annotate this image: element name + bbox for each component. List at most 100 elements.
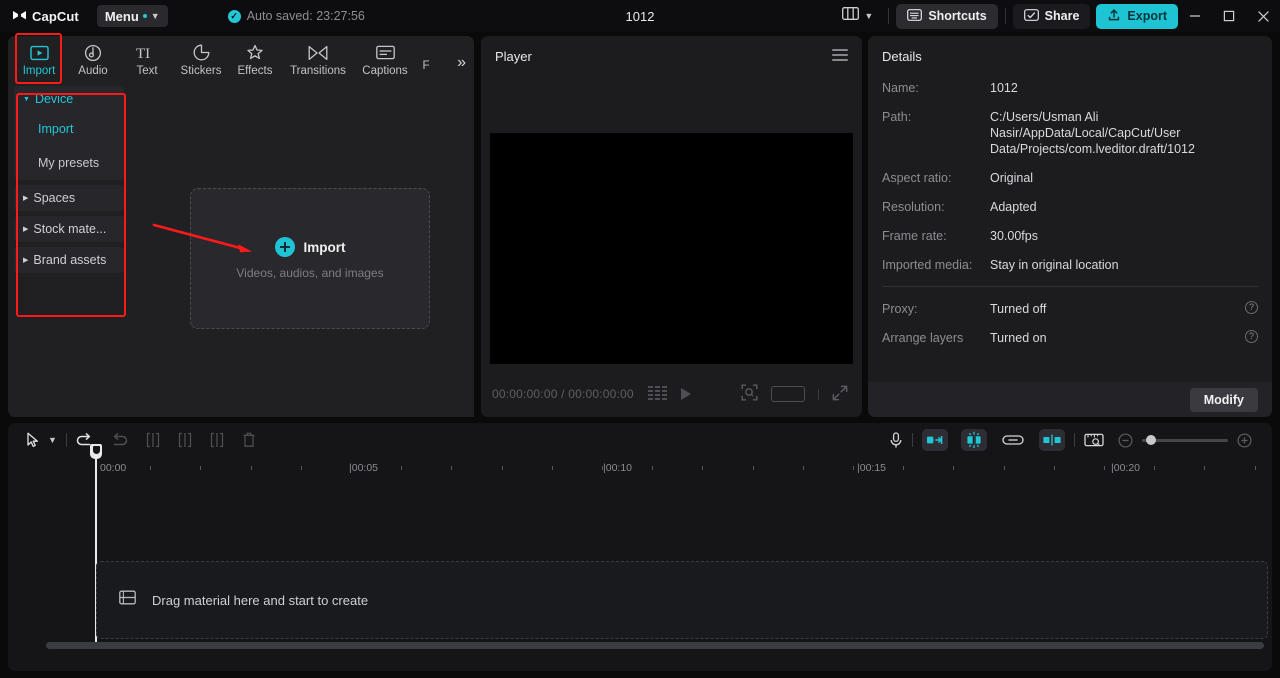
split-icon[interactable]: [146, 432, 160, 448]
sidebar-item-device[interactable]: ▼ Device: [14, 86, 124, 112]
chevron-double-right-icon[interactable]: »: [457, 54, 466, 72]
sidebar-item-spaces[interactable]: ▶ Spaces: [14, 185, 124, 211]
details-body: Name: 1012 Path: C:/Users/Usman Ali Nasi…: [868, 76, 1272, 346]
layout-button[interactable]: ▼: [834, 0, 881, 32]
details-header: Details: [868, 36, 1272, 76]
shortcuts-button[interactable]: Shortcuts: [896, 3, 998, 29]
sidebar-item-my-presets[interactable]: My presets: [14, 146, 124, 180]
divider: [888, 8, 890, 24]
ruler-label: |00:20: [1111, 462, 1141, 474]
export-button[interactable]: Export: [1096, 3, 1178, 29]
import-cta: Import: [274, 237, 346, 257]
app-logo: CapCut: [12, 9, 79, 24]
media-library-panel: Import Audio TI Text Stickers Effects Tr…: [8, 36, 474, 417]
zoom-fit-icon[interactable]: [741, 384, 758, 404]
timeline-horizontal-scrollbar[interactable]: [46, 642, 1264, 649]
detail-row-imported-media: Imported media: Stay in original locatio…: [882, 257, 1258, 273]
detail-row-frame-rate: Frame rate: 30.00fps: [882, 228, 1258, 244]
trim-right-icon[interactable]: [210, 432, 224, 448]
divider: [1074, 433, 1075, 447]
sidebar-group-brand: ▶ Brand assets: [14, 247, 124, 273]
ruler-tick-minor: [150, 466, 152, 470]
chevron-down-icon[interactable]: ▼: [48, 435, 57, 445]
maximize-button[interactable]: [1212, 0, 1246, 32]
tab-captions[interactable]: Captions: [354, 39, 416, 77]
quality-bars-icon[interactable]: [647, 386, 667, 402]
play-icon[interactable]: [680, 388, 691, 400]
close-button[interactable]: [1246, 0, 1280, 32]
sidebar-label: Stock mate...: [33, 222, 107, 236]
import-dropzone[interactable]: Import Videos, audios, and images: [190, 188, 430, 329]
divider: [912, 433, 913, 447]
tab-import[interactable]: Import: [12, 39, 66, 77]
ruler-tick-minor: [451, 466, 453, 470]
detail-value: 30.00fps: [990, 229, 1038, 243]
tab-effects[interactable]: Effects: [228, 39, 282, 77]
transitions-icon: [308, 43, 328, 62]
library-content: Import Videos, audios, and images: [130, 80, 474, 417]
ruler-tick-minor: [1104, 466, 1105, 470]
microphone-icon[interactable]: [889, 431, 903, 449]
ruler-tick-minor: [702, 466, 704, 470]
divider: [1004, 8, 1006, 24]
trash-icon[interactable]: [242, 432, 256, 448]
tab-text[interactable]: TI Text: [120, 39, 174, 78]
timeline-drop-area[interactable]: Drag material here and start to create: [96, 561, 1268, 639]
player-right-icons: [741, 384, 848, 404]
detail-key: Aspect ratio:: [882, 171, 952, 185]
sidebar-item-import[interactable]: Import: [14, 112, 124, 146]
hamburger-icon[interactable]: [832, 49, 848, 64]
timeline-ruler[interactable]: 00:00 |00:05 |00:10 |00:15 |00:20: [8, 457, 1272, 479]
tab-stickers[interactable]: Stickers: [174, 39, 228, 77]
sidebar-item-brand-assets[interactable]: ▶ Brand assets: [14, 247, 124, 273]
import-hint: Videos, audios, and images: [236, 266, 384, 280]
minimize-button[interactable]: [1178, 0, 1212, 32]
share-button[interactable]: Share: [1012, 3, 1091, 29]
cursor-arrow-icon[interactable]: [26, 432, 40, 448]
sidebar-item-stock-materials[interactable]: ▶ Stock mate...: [14, 216, 124, 242]
modify-button[interactable]: Modify: [1189, 387, 1258, 412]
sidebar-label: Brand assets: [33, 253, 107, 267]
zoom-slider-handle[interactable]: [1146, 435, 1156, 445]
tab-audio[interactable]: Audio: [66, 39, 120, 77]
divider: [882, 286, 1258, 287]
upload-icon: [1107, 8, 1121, 25]
question-circle-icon[interactable]: ?: [1245, 301, 1258, 314]
plus-circle-icon: [274, 237, 295, 257]
redo-icon[interactable]: [110, 432, 128, 448]
tab-label: Effects: [237, 65, 273, 77]
tab-filters[interactable]: F: [416, 39, 436, 72]
detail-row-aspect-ratio: Aspect ratio: Original: [882, 170, 1258, 186]
drop-hint-text: Drag material here and start to create: [152, 592, 369, 608]
chevron-down-icon: ▼: [150, 11, 160, 21]
ruler-snapshot-icon[interactable]: [1084, 432, 1104, 448]
zoom-in-icon[interactable]: [1237, 432, 1252, 448]
link-icon[interactable]: [1002, 434, 1024, 446]
ruler-label: |00:10: [603, 462, 633, 474]
detail-row-resolution: Resolution: Adapted: [882, 199, 1258, 215]
tab-transitions[interactable]: Transitions: [282, 39, 354, 77]
time-display: 00:00:00:00 / 00:00:00:00: [492, 387, 634, 401]
mirror-split-icon[interactable]: [1039, 429, 1065, 451]
video-preview[interactable]: [490, 133, 853, 364]
ruler-tick-minor: [903, 466, 905, 470]
fullscreen-icon[interactable]: [832, 385, 848, 404]
sidebar-label: My presets: [38, 156, 100, 170]
zoom-slider[interactable]: [1142, 435, 1228, 445]
sidebar-label: Device: [34, 92, 74, 106]
zoom-out-icon[interactable]: [1118, 432, 1133, 448]
question-circle-icon[interactable]: ?: [1245, 330, 1258, 343]
menu-button[interactable]: Menu ▼: [96, 5, 168, 27]
ruler-tick-minor: [853, 466, 854, 470]
retouch-sparkle-icon[interactable]: [961, 429, 987, 451]
ruler-tick-minor: [401, 466, 403, 470]
aspect-ratio-icon[interactable]: [771, 386, 805, 402]
trim-left-icon[interactable]: [178, 432, 192, 448]
player-canvas: [490, 101, 853, 396]
timeline-toolbar: ▼: [8, 423, 1272, 457]
sidebar-group-spaces: ▶ Spaces: [14, 185, 124, 211]
ruler-tick-minor: [300, 466, 302, 470]
playhead-handle[interactable]: [90, 444, 102, 459]
ruler-tick-minor: [652, 466, 654, 470]
auto-cut-icon[interactable]: [922, 429, 948, 451]
